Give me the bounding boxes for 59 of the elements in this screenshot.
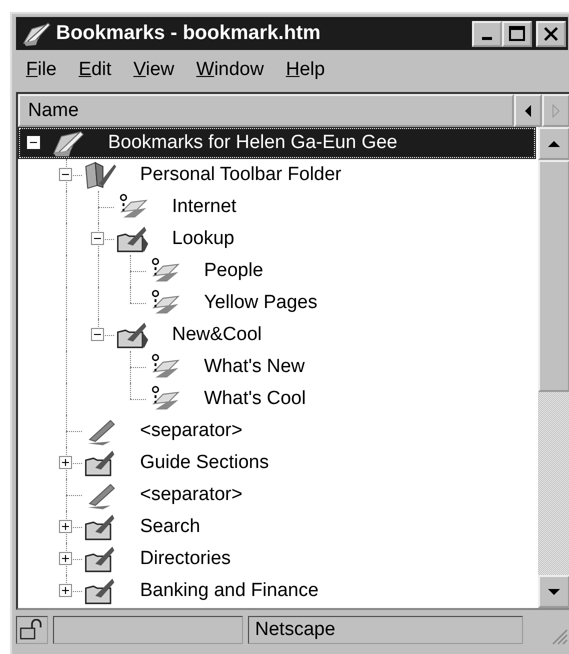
- menu-item[interactable]: File: [26, 59, 57, 81]
- tree-row[interactable]: Internet: [18, 191, 536, 223]
- tree-row[interactable]: Banking and Finance: [18, 575, 536, 607]
- tree-row[interactable]: <separator>: [18, 479, 536, 511]
- maximize-icon: [507, 24, 527, 42]
- tree-item-label: <separator>: [140, 484, 242, 506]
- tree-row[interactable]: Directories: [18, 543, 536, 575]
- tree-row[interactable]: People: [18, 255, 536, 287]
- tree-row[interactable]: New&Cool: [18, 319, 536, 351]
- minimize-button[interactable]: [472, 20, 502, 46]
- tree-item-label: Yellow Pages: [204, 292, 318, 314]
- menu-item[interactable]: View: [133, 59, 174, 81]
- tree-row[interactable]: Guide Sections: [18, 447, 536, 479]
- scroll-up-button[interactable]: [538, 127, 569, 160]
- tree-item-label: What's New: [204, 356, 305, 378]
- expand-toggle[interactable]: [91, 328, 104, 341]
- expand-toggle[interactable]: [59, 584, 72, 597]
- close-icon: [541, 24, 561, 42]
- right-arrow-icon: [551, 104, 561, 118]
- tree-item-label: Bookmarks for Helen Ga-Eun Gee: [108, 132, 398, 154]
- expand-toggle[interactable]: [59, 456, 72, 469]
- window-title: Bookmarks - bookmark.htm: [56, 22, 322, 45]
- tree-item-label: What's Cool: [204, 388, 306, 410]
- scroll-down-button[interactable]: [538, 575, 569, 608]
- expand-toggle[interactable]: [59, 168, 72, 181]
- tree-row[interactable]: What's Cool: [18, 383, 536, 415]
- left-arrow-icon: [523, 104, 533, 118]
- menu-item[interactable]: Help: [286, 59, 325, 81]
- tree-item-label: Guide Sections: [140, 452, 269, 474]
- close-button[interactable]: [536, 20, 566, 46]
- tree-item-label: Directories: [140, 548, 231, 570]
- tree-row[interactable]: Lookup: [18, 223, 536, 255]
- scroll-left-button[interactable]: [514, 94, 542, 127]
- tree-row[interactable]: Personal Toolbar Folder: [18, 159, 536, 191]
- menu-item[interactable]: Window: [196, 59, 264, 81]
- up-arrow-icon: [547, 140, 561, 148]
- tree-item-label: Lookup: [172, 228, 234, 250]
- scrollbar-thumb[interactable]: [538, 160, 569, 392]
- tree-item-label: New&Cool: [172, 324, 262, 346]
- column-header[interactable]: Name: [18, 94, 514, 127]
- tree-row[interactable]: Bookmarks for Helen Ga-Eun Gee: [18, 127, 536, 159]
- tree-item-label: Search: [140, 516, 200, 538]
- down-arrow-icon: [547, 588, 561, 596]
- status-text: Netscape: [248, 616, 523, 644]
- expand-toggle[interactable]: [59, 520, 72, 533]
- tree-row[interactable]: What's New: [18, 351, 536, 383]
- tree-item-label: Banking and Finance: [140, 580, 319, 602]
- tree-row[interactable]: <separator>: [18, 415, 536, 447]
- expand-toggle[interactable]: [59, 552, 72, 565]
- tree-item-label: Personal Toolbar Folder: [140, 164, 342, 186]
- expand-toggle[interactable]: [91, 232, 104, 245]
- maximize-button[interactable]: [502, 20, 532, 46]
- tree-item-label: Internet: [172, 196, 236, 218]
- tree-row[interactable]: Yellow Pages: [18, 287, 536, 319]
- tree-row[interactable]: Search: [18, 511, 536, 543]
- tree-item-label: <separator>: [140, 420, 242, 442]
- menu-item[interactable]: Edit: [78, 59, 112, 81]
- tree-item-label: People: [204, 260, 264, 282]
- minimize-icon: [482, 37, 492, 40]
